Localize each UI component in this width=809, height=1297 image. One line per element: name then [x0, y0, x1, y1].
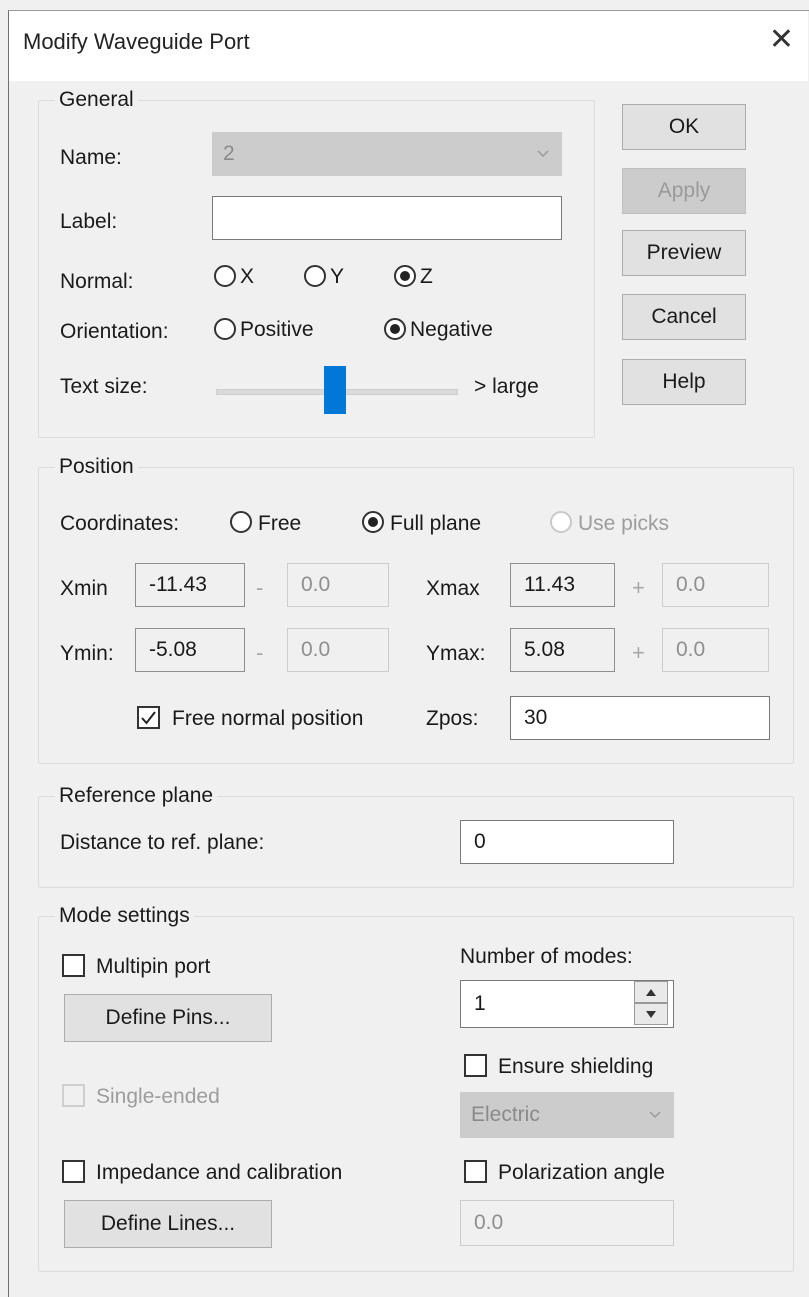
- close-icon[interactable]: ✕: [769, 25, 794, 55]
- ymin-minus-sign: -: [256, 640, 264, 665]
- normal-z-radio[interactable]: [394, 265, 416, 287]
- orientation-negative-label: Negative: [410, 318, 493, 341]
- polarization-angle-label: Polarization angle: [498, 1161, 665, 1184]
- coordinates-free-label: Free: [258, 512, 302, 535]
- zpos-input[interactable]: 30: [510, 696, 770, 740]
- coordinates-full-plane-label: Full plane: [390, 512, 482, 535]
- free-normal-position-checkbox[interactable]: [137, 706, 160, 729]
- reference-plane-legend: Reference plane: [59, 784, 214, 807]
- ymax-input[interactable]: 5.08: [510, 628, 615, 672]
- mode-settings-legend: Mode settings: [59, 904, 190, 927]
- zpos-label: Zpos:: [426, 707, 479, 730]
- normal-x-radio[interactable]: [214, 265, 236, 287]
- define-lines-button[interactable]: Define Lines...: [64, 1200, 272, 1248]
- orientation-negative-radio[interactable]: [384, 318, 406, 340]
- ymax-plus-sign: +: [632, 640, 645, 665]
- position-legend: Position: [59, 455, 134, 478]
- spin-up-icon[interactable]: [634, 981, 668, 1003]
- orientation-positive-radio[interactable]: [214, 318, 236, 340]
- apply-button[interactable]: Apply: [622, 168, 746, 214]
- xmin-minus-sign: -: [256, 575, 264, 600]
- multipin-port-label: Multipin port: [96, 955, 211, 978]
- normal-y-radio[interactable]: [304, 265, 326, 287]
- orientation-label: Orientation:: [60, 320, 169, 343]
- help-button[interactable]: Help: [622, 359, 746, 405]
- label-label: Label:: [60, 210, 118, 233]
- ymax-label: Ymax:: [426, 642, 486, 665]
- multipin-port-checkbox[interactable]: [62, 954, 85, 977]
- name-value: 2: [223, 142, 235, 165]
- number-of-modes-spinner[interactable]: [634, 980, 668, 1026]
- coordinates-use-picks-radio[interactable]: [550, 511, 572, 533]
- impedance-calibration-checkbox[interactable]: [62, 1160, 85, 1183]
- xmin-input[interactable]: -11.43: [135, 563, 245, 607]
- coordinates-label: Coordinates:: [60, 512, 180, 535]
- ymax-offset-input[interactable]: 0.0: [662, 628, 769, 672]
- text-size-slider-thumb[interactable]: [324, 366, 346, 414]
- polarization-angle-checkbox[interactable]: [464, 1160, 487, 1183]
- impedance-calibration-label: Impedance and calibration: [96, 1161, 343, 1184]
- coordinates-use-picks-label: Use picks: [578, 512, 670, 535]
- general-legend: General: [59, 88, 134, 111]
- ymin-offset-input[interactable]: 0.0: [287, 628, 389, 672]
- coordinates-free-radio[interactable]: [230, 511, 252, 533]
- shielding-type-value: Electric: [471, 1103, 540, 1126]
- check-icon: [141, 711, 156, 725]
- xmin-label: Xmin: [60, 577, 108, 600]
- cancel-button[interactable]: Cancel: [622, 294, 746, 340]
- distance-to-ref-plane-label: Distance to ref. plane:: [60, 831, 265, 854]
- xmin-offset-input[interactable]: 0.0: [287, 563, 389, 607]
- free-normal-position-label: Free normal position: [172, 707, 364, 730]
- xmax-label: Xmax: [426, 577, 480, 600]
- label-input[interactable]: [212, 196, 562, 240]
- coordinates-full-plane-radio[interactable]: [362, 511, 384, 533]
- spin-down-icon[interactable]: [634, 1003, 668, 1025]
- ymin-input[interactable]: -5.08: [135, 628, 245, 672]
- ensure-shielding-checkbox[interactable]: [464, 1054, 487, 1077]
- single-ended-label: Single-ended: [96, 1085, 220, 1108]
- shielding-type-select[interactable]: Electric: [460, 1092, 674, 1138]
- normal-y-label: Y: [330, 265, 345, 288]
- dialog-title: Modify Waveguide Port: [23, 29, 250, 54]
- polarization-angle-input[interactable]: 0.0: [460, 1200, 674, 1246]
- name-select[interactable]: 2: [212, 132, 562, 176]
- chevron-down-icon: [537, 150, 549, 158]
- define-pins-button[interactable]: Define Pins...: [64, 994, 272, 1042]
- xmax-input[interactable]: 11.43: [510, 563, 615, 607]
- normal-label: Normal:: [60, 270, 134, 293]
- xmax-offset-input[interactable]: 0.0: [662, 563, 769, 607]
- title-bar: Modify Waveguide Port ✕: [9, 11, 808, 81]
- ok-button[interactable]: OK: [622, 104, 746, 150]
- single-ended-checkbox[interactable]: [62, 1084, 85, 1107]
- distance-to-ref-plane-input[interactable]: 0: [460, 820, 674, 864]
- name-label: Name:: [60, 146, 122, 169]
- ymin-label: Ymin:: [60, 642, 114, 665]
- preview-button[interactable]: Preview: [622, 230, 746, 276]
- ensure-shielding-label: Ensure shielding: [498, 1055, 654, 1078]
- chevron-down-icon: [649, 1111, 661, 1119]
- normal-z-label: Z: [420, 265, 433, 288]
- orientation-positive-label: Positive: [240, 318, 314, 341]
- normal-x-label: X: [240, 265, 255, 288]
- text-size-label: Text size:: [60, 375, 148, 398]
- text-size-hint: > large: [474, 375, 539, 398]
- xmax-plus-sign: +: [632, 575, 645, 600]
- number-of-modes-label: Number of modes:: [460, 945, 633, 968]
